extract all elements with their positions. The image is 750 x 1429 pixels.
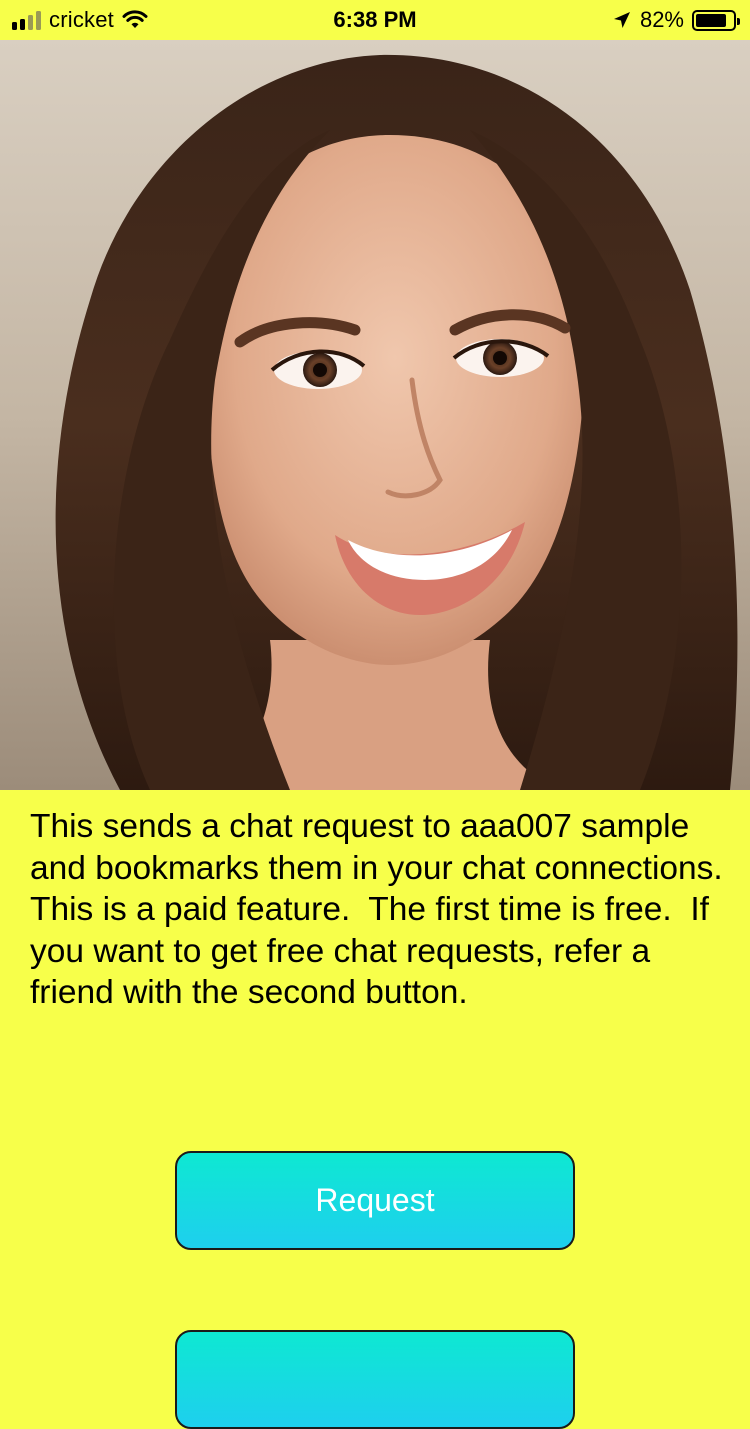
battery-percent: 82% bbox=[639, 7, 684, 32]
battery-tip bbox=[737, 17, 740, 25]
profile-photo-illustration bbox=[0, 40, 750, 790]
status-bar-right: 82% bbox=[612, 0, 740, 40]
refer-friend-button[interactable] bbox=[175, 1330, 575, 1429]
location-arrow-icon bbox=[612, 10, 632, 30]
profile-photo bbox=[0, 40, 750, 790]
status-bar: cricket 6:38 PM 82% bbox=[0, 0, 750, 40]
battery-level-fill bbox=[696, 13, 726, 27]
chat-request-description: This sends a chat request to aaa007 samp… bbox=[30, 808, 741, 1011]
request-button[interactable]: Request bbox=[175, 1151, 575, 1250]
battery-icon bbox=[692, 9, 740, 31]
